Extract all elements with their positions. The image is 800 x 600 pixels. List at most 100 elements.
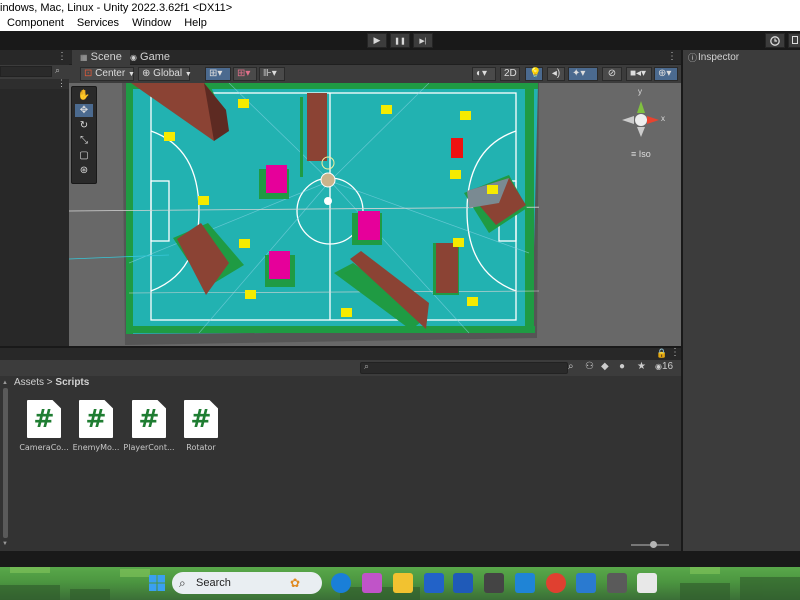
more-options-icon[interactable]: ⋮ bbox=[667, 51, 677, 62]
tab-game[interactable]: ◉ Game bbox=[122, 50, 178, 65]
scroll-down-icon[interactable]: ▼ bbox=[2, 541, 8, 547]
mode-2d-toggle[interactable]: 2D bbox=[500, 67, 520, 81]
enemy-cube bbox=[269, 251, 290, 279]
word-icon[interactable] bbox=[453, 573, 473, 593]
camera-icon: ■◂▾ bbox=[630, 68, 647, 79]
effects-dropdown[interactable]: ✦▾ bbox=[568, 67, 598, 81]
step-button[interactable]: ▶| bbox=[413, 33, 433, 48]
transform-icon: ⊛ bbox=[79, 165, 89, 176]
search-by-type-icon[interactable]: ⌕ bbox=[568, 361, 574, 372]
script-label: EnemyMo... bbox=[72, 443, 120, 452]
tab-scene-label: Scene bbox=[90, 51, 122, 63]
pickup bbox=[238, 99, 249, 108]
menu-window[interactable]: Window bbox=[125, 16, 177, 31]
lighting-toggle[interactable]: 💡 bbox=[525, 67, 543, 81]
hierarchy-search-input[interactable] bbox=[0, 66, 52, 77]
breadcrumb: Assets > Scripts bbox=[0, 376, 681, 390]
play-button[interactable]: ▶ bbox=[367, 33, 387, 48]
scale-tool[interactable]: ⤡ bbox=[75, 134, 93, 147]
tag-icon[interactable]: ◆ bbox=[601, 361, 609, 372]
history-button[interactable] bbox=[765, 33, 785, 48]
camera-dropdown[interactable]: ■◂▾ bbox=[626, 67, 652, 81]
pause-button[interactable]: ❚❚ bbox=[390, 33, 410, 48]
rect-icon: ▢ bbox=[79, 150, 89, 161]
scene-render[interactable] bbox=[69, 83, 681, 346]
brick-wall bbox=[307, 93, 327, 161]
breadcrumb-scripts[interactable]: Scripts bbox=[55, 377, 89, 388]
copilot-icon[interactable] bbox=[362, 573, 382, 593]
scene-viewport[interactable]: y x ≡ Iso bbox=[69, 83, 681, 346]
hierarchy-scene-row[interactable]: ⋮ bbox=[0, 78, 69, 89]
unity-icon[interactable] bbox=[607, 573, 627, 593]
grid-icon: ▦ bbox=[80, 53, 88, 62]
step-icon: ▶| bbox=[419, 38, 427, 45]
hand-tool[interactable]: ✋ bbox=[75, 89, 93, 102]
search-icon[interactable]: ⌕ bbox=[55, 65, 60, 76]
file-explorer-icon[interactable] bbox=[393, 573, 413, 593]
scale-icon: ⤡ bbox=[80, 135, 88, 146]
more-options-icon[interactable]: ⋮ bbox=[57, 78, 66, 89]
play-icon: ▶ bbox=[373, 35, 381, 45]
project-scrollbar[interactable]: ▲ ▼ bbox=[2, 380, 9, 550]
status-bar bbox=[0, 551, 800, 567]
search-icon: ⌕ bbox=[364, 361, 370, 371]
enemy-cube bbox=[266, 165, 287, 193]
projection-toggle[interactable]: ≡ Iso bbox=[631, 149, 651, 159]
project-search-input[interactable]: ⌕ bbox=[360, 361, 568, 374]
pivot-dropdown[interactable]: ⊡ Center ▼ bbox=[80, 67, 135, 81]
more-options-icon[interactable]: ⋮ bbox=[57, 51, 67, 62]
script-asset-cameracontroller[interactable]: # CameraCo... bbox=[15, 400, 73, 460]
gizmo-x-label: x bbox=[661, 114, 665, 123]
pickup bbox=[487, 185, 498, 194]
vscode-icon[interactable] bbox=[576, 573, 596, 593]
layers-button[interactable] bbox=[788, 33, 800, 48]
menu-help[interactable]: Help bbox=[177, 16, 213, 31]
azure-icon[interactable] bbox=[515, 573, 535, 593]
chrome-icon[interactable] bbox=[546, 573, 566, 593]
hidden-objects-toggle[interactable]: ⊘ bbox=[602, 67, 622, 81]
script-asset-playercontroller[interactable]: # PlayerCont... bbox=[120, 400, 178, 460]
store-icon[interactable] bbox=[424, 573, 444, 593]
breadcrumb-assets[interactable]: Assets bbox=[14, 377, 44, 388]
star-icon[interactable]: ★ bbox=[637, 361, 646, 372]
more-options-icon[interactable]: ⋮ bbox=[670, 347, 680, 358]
edge-icon[interactable] bbox=[331, 573, 351, 593]
increment-snap-button[interactable]: ⊞▾ bbox=[233, 67, 257, 81]
icon-size-slider-knob[interactable] bbox=[650, 541, 657, 548]
inspector-tab[interactable]: ⓘ Inspector bbox=[683, 50, 800, 65]
script-asset-rotator[interactable]: # Rotator bbox=[172, 400, 230, 460]
unity-editor-icon[interactable] bbox=[637, 573, 657, 593]
taskbar-search[interactable]: ⌕ Search ✿ bbox=[172, 572, 322, 594]
gizmos-dropdown[interactable]: ⊕▾ bbox=[654, 67, 678, 81]
scene-tab-strip: ▦ Scene ◉ Game ⋮ bbox=[69, 50, 681, 65]
hidden-packages-toggle[interactable]: ◉16 bbox=[655, 361, 673, 372]
search-highlight-icon: ✿ bbox=[290, 576, 301, 590]
breadcrumb-separator: > bbox=[46, 377, 53, 388]
rect-tool[interactable]: ▢ bbox=[75, 149, 93, 162]
pickup bbox=[245, 290, 256, 299]
script-glyph: # bbox=[85, 404, 107, 433]
inspector-panel bbox=[683, 65, 800, 551]
audio-toggle[interactable]: ◂) bbox=[547, 67, 565, 81]
start-button[interactable] bbox=[147, 573, 167, 593]
warning-icon[interactable]: ● bbox=[619, 361, 625, 372]
ruler-icon: ⊪▾ bbox=[263, 68, 277, 79]
unity-hub-icon[interactable] bbox=[484, 573, 504, 593]
rotate-tool[interactable]: ↻ bbox=[75, 119, 93, 132]
menu-services[interactable]: Services bbox=[70, 16, 125, 31]
grid-snapping-button[interactable]: ⊞▾ bbox=[205, 67, 231, 81]
space-dropdown[interactable]: ⊕ Global ▼ bbox=[138, 67, 192, 81]
scroll-up-icon[interactable]: ▲ bbox=[2, 380, 8, 386]
lock-icon[interactable]: 🔒 bbox=[656, 348, 667, 359]
menu-component[interactable]: Component bbox=[0, 16, 70, 31]
ruler-button[interactable]: ⊪▾ bbox=[259, 67, 285, 81]
draw-mode-dropdown[interactable]: ◐▾ bbox=[472, 67, 496, 81]
projection-icon: ≡ bbox=[631, 149, 637, 159]
grass-edge-left bbox=[126, 83, 133, 334]
filter-label-icon[interactable]: ⚇ bbox=[585, 361, 594, 372]
transform-tool[interactable]: ⊛ bbox=[75, 164, 93, 177]
scroll-thumb[interactable] bbox=[3, 388, 8, 538]
script-asset-enemymovement[interactable]: # EnemyMo... bbox=[67, 400, 125, 460]
move-tool[interactable]: ✥ bbox=[75, 104, 93, 117]
shading-icon: ◐▾ bbox=[476, 68, 488, 79]
